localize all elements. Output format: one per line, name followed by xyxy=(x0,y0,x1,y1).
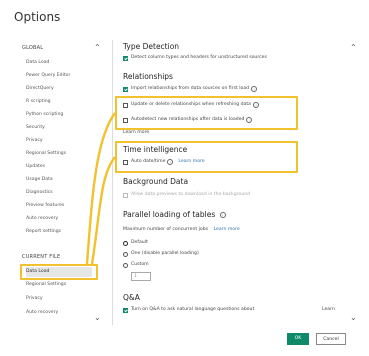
background-data-option: Allow data previews to download in the b… xyxy=(123,191,250,199)
sidebar-item-regional-settings[interactable]: Regional Settings xyxy=(26,149,92,159)
qa-checkbox[interactable] xyxy=(123,307,128,313)
custom-radio-label: Custom xyxy=(131,262,149,267)
info-icon[interactable]: i xyxy=(219,212,226,218)
qa-label: Turn on Q&A to ask natural language ques… xyxy=(131,307,255,312)
chevron-down-icon[interactable]: ⌄ xyxy=(350,314,357,322)
background-data-heading: Background Data xyxy=(123,177,189,186)
chevron-down-icon[interactable]: ⌄ xyxy=(94,314,101,322)
sidebar-item-r-scripting[interactable]: R scripting xyxy=(26,97,92,107)
sidebar-divider xyxy=(112,40,113,325)
sidebar-item-updates[interactable]: Updates xyxy=(26,162,92,172)
sidebar-item-report-settings[interactable]: Report settings xyxy=(26,227,92,237)
default-radio-label: Default xyxy=(131,240,148,245)
custom-radio[interactable] xyxy=(123,262,128,268)
sidebar-item-preview-features[interactable]: Preview features xyxy=(26,201,92,211)
relationships-highlight-box xyxy=(115,96,298,130)
one-radio[interactable] xyxy=(123,251,128,257)
time-intelligence-highlight-box xyxy=(115,141,298,173)
parallel-loading-heading: Parallel loading of tables i xyxy=(123,210,226,219)
qa-option[interactable]: Turn on Q&A to ask natural language ques… xyxy=(123,306,254,314)
default-radio[interactable] xyxy=(123,240,128,246)
sidebar-item-security[interactable]: Security xyxy=(26,123,92,133)
background-data-label: Allow data previews to download in the b… xyxy=(131,192,251,197)
detect-column-types-option[interactable]: Detect column types and headers for unst… xyxy=(123,54,267,62)
import-relationships-checkbox[interactable] xyxy=(123,86,128,92)
sidebar-item-current-auto-recovery[interactable]: Auto recovery xyxy=(26,308,92,318)
sidebar-item-directquery[interactable]: DirectQuery xyxy=(26,84,92,94)
one-radio-label: One (disable parallel loading) xyxy=(131,251,199,256)
current-data-load-highlight-box xyxy=(20,264,98,280)
sidebar-item-diagnostics[interactable]: Diagnostics xyxy=(26,188,92,198)
import-relationships-label: Import relationships from data sources o… xyxy=(131,86,250,91)
info-icon[interactable]: i xyxy=(251,86,258,92)
parallel-one-radio-option[interactable]: One (disable parallel loading) xyxy=(123,250,199,258)
sidebar-item-usage-data[interactable]: Usage Data xyxy=(26,175,92,185)
qa-learn-more-link[interactable]: Learn xyxy=(322,307,335,312)
parallel-loading-subtitle-row: Maximum number of concurrent jobs Learn … xyxy=(123,227,240,232)
ok-button[interactable]: OK xyxy=(287,333,309,345)
parallel-custom-radio-option[interactable]: Custom xyxy=(123,261,149,269)
parallel-default-radio-option[interactable]: Default xyxy=(123,239,148,247)
import-relationships-option[interactable]: Import relationships from data sources o… xyxy=(123,85,258,93)
sidebar-item-power-query-editor[interactable]: Power Query Editor xyxy=(26,71,92,81)
background-data-checkbox xyxy=(123,192,128,198)
sidebar-item-current-regional-settings[interactable]: Regional Settings xyxy=(26,280,92,290)
relationships-heading: Relationships xyxy=(123,72,173,81)
cancel-button[interactable]: Cancel xyxy=(316,333,346,345)
custom-jobs-input[interactable]: 1 xyxy=(131,272,151,281)
sidebar-item-current-privacy[interactable]: Privacy xyxy=(26,294,92,304)
type-detection-heading: Type Detection xyxy=(123,42,180,51)
main-scrollbar[interactable]: ⌃ ⌄ xyxy=(350,44,358,322)
global-section-header: GLOBAL xyxy=(22,45,44,51)
chevron-up-icon[interactable]: ⌃ xyxy=(350,44,357,52)
sidebar-item-privacy[interactable]: Privacy xyxy=(26,136,92,146)
sidebar-item-data-load[interactable]: Data Load xyxy=(26,58,92,68)
dialog-title: Options xyxy=(14,10,61,24)
sidebar-item-auto-recovery[interactable]: Auto recovery xyxy=(26,214,92,224)
sidebar-scrollbar[interactable]: ⌃ ⌄ xyxy=(94,44,102,322)
parallel-learn-more-link[interactable]: Learn more xyxy=(214,227,240,232)
parallel-loading-title: Parallel loading of tables xyxy=(123,210,216,219)
relationships-learn-more-link[interactable]: Learn more xyxy=(123,130,149,135)
sidebar-item-python-scripting[interactable]: Python scripting xyxy=(26,110,92,120)
current-file-section-header: CURRENT FILE xyxy=(22,254,61,260)
chevron-up-icon[interactable]: ⌃ xyxy=(94,44,101,52)
max-concurrent-jobs-label: Maximum number of concurrent jobs xyxy=(123,227,209,232)
qa-heading: Q&A xyxy=(123,293,140,302)
detect-column-types-checkbox[interactable] xyxy=(123,55,128,61)
options-main-panel: Type Detection Detect column types and h… xyxy=(123,40,343,325)
detect-column-types-label: Detect column types and headers for unst… xyxy=(131,55,267,60)
